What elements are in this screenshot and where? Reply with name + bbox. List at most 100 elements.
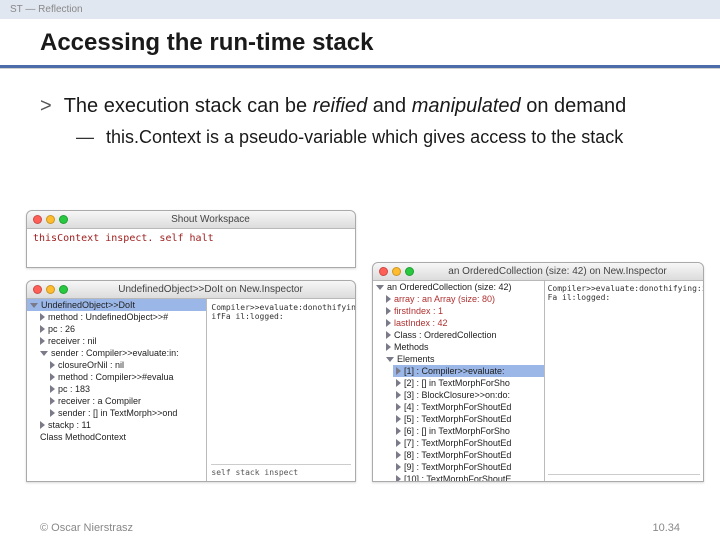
detail-eval[interactable]: self stack inspect [211, 464, 351, 477]
disclosure-icon[interactable] [376, 285, 384, 290]
bullet-em1: reified [313, 95, 367, 117]
tree-row[interactable]: sender : [] in TextMorph>>ond [47, 407, 206, 419]
tree-row[interactable]: array : an Array (size: 80) [383, 293, 544, 305]
tree-row[interactable]: sender : Compiler>>evaluate:in: [37, 347, 206, 359]
detail-eval[interactable] [548, 474, 700, 478]
tree-row[interactable]: lastIndex : 42 [383, 317, 544, 329]
minimize-icon[interactable] [392, 267, 401, 276]
tree-row[interactable]: closureOrNil : nil [47, 359, 206, 371]
tree-row[interactable]: [10] : TextMorphForShoutE [393, 473, 544, 481]
minimize-icon[interactable] [46, 215, 55, 224]
traffic-lights [379, 267, 414, 276]
disclosure-icon[interactable] [386, 357, 394, 362]
disclosure-icon[interactable] [40, 313, 45, 321]
disclosure-icon[interactable] [386, 319, 391, 327]
tree-row[interactable]: [7] : TextMorphForShoutEd [393, 437, 544, 449]
tree-label: Class MethodContext [40, 432, 126, 442]
disclosure-icon[interactable] [396, 427, 401, 435]
bullet-em2: manipulated [412, 95, 521, 117]
close-icon[interactable] [33, 215, 42, 224]
disclosure-icon[interactable] [396, 391, 401, 399]
minimize-icon[interactable] [46, 285, 55, 294]
tree-label: Elements [397, 354, 435, 364]
disclosure-icon[interactable] [386, 331, 391, 339]
disclosure-icon[interactable] [50, 385, 55, 393]
disclosure-icon[interactable] [396, 463, 401, 471]
tree-row[interactable]: an OrderedCollection (size: 42) [373, 281, 544, 293]
disclosure-icon[interactable] [396, 403, 401, 411]
disclosure-icon[interactable] [396, 475, 401, 481]
tree-row[interactable]: [9] : TextMorphForShoutEd [393, 461, 544, 473]
tree-row[interactable]: receiver : a Compiler [47, 395, 206, 407]
window-title: UndefinedObject>>DoIt on New.Inspector [72, 284, 349, 295]
bullet-marker: > [40, 93, 52, 119]
traffic-lights [33, 215, 68, 224]
disclosure-icon[interactable] [50, 397, 55, 405]
disclosure-icon[interactable] [40, 325, 45, 333]
disclosure-icon[interactable] [396, 379, 401, 387]
tree-row[interactable]: pc : 183 [47, 383, 206, 395]
disclosure-icon[interactable] [386, 295, 391, 303]
close-icon[interactable] [379, 267, 388, 276]
inspector-window-1: UndefinedObject>>DoIt on New.Inspector U… [26, 280, 356, 482]
tree-label: method : Compiler>>#evalua [58, 372, 174, 382]
tree-row[interactable]: Methods [383, 341, 544, 353]
tree-label: [7] : TextMorphForShoutEd [404, 438, 511, 448]
window-titlebar[interactable]: UndefinedObject>>DoIt on New.Inspector [27, 281, 355, 299]
bullet-post: on demand [521, 95, 627, 117]
tree-row[interactable]: Class MethodContext [37, 431, 206, 443]
bullet-text: The execution stack can be reified and m… [64, 93, 680, 119]
disclosure-icon[interactable] [396, 415, 401, 423]
tree-row[interactable]: Class : OrderedCollection [383, 329, 544, 341]
window-titlebar[interactable]: an OrderedCollection (size: 42) on New.I… [373, 263, 703, 281]
tree-row[interactable]: [1] : Compiler>>evaluate: [393, 365, 544, 377]
disclosure-icon[interactable] [30, 303, 38, 308]
disclosure-icon[interactable] [396, 367, 401, 375]
bullet-main: > The execution stack can be reified and… [40, 93, 680, 119]
tree-label: receiver : nil [48, 336, 97, 346]
tree-row[interactable]: pc : 26 [37, 323, 206, 335]
disclosure-icon[interactable] [50, 409, 55, 417]
bullet-pre: The execution stack can be [64, 95, 313, 117]
tree-row[interactable]: method : UndefinedObject>># [37, 311, 206, 323]
tree-row[interactable]: receiver : nil [37, 335, 206, 347]
disclosure-icon[interactable] [40, 421, 45, 429]
tree-row[interactable]: Elements [383, 353, 544, 365]
tree-row[interactable]: [8] : TextMorphForShoutEd [393, 449, 544, 461]
disclosure-icon[interactable] [396, 451, 401, 459]
slide-title: Accessing the run-time stack [0, 19, 720, 65]
disclosure-icon[interactable] [386, 307, 391, 315]
figures-area: Shout Workspace thisContext inspect. sel… [26, 210, 710, 504]
inspector-detail[interactable]: Compiler>>evaluate:donothifying:i Fa il:… [545, 281, 703, 481]
tree-row[interactable]: [3] : BlockClosure>>on:do: [393, 389, 544, 401]
tree-row[interactable]: firstIndex : 1 [383, 305, 544, 317]
window-titlebar[interactable]: Shout Workspace [27, 211, 355, 229]
tree-label: [2] : [] in TextMorphForSho [404, 378, 510, 388]
disclosure-icon[interactable] [40, 337, 45, 345]
disclosure-icon[interactable] [396, 439, 401, 447]
tree-row[interactable]: stackp : 11 [37, 419, 206, 431]
zoom-icon[interactable] [59, 215, 68, 224]
detail-line-1: Compiler>>evaluate:donothifying:i [548, 284, 700, 293]
zoom-icon[interactable] [405, 267, 414, 276]
close-icon[interactable] [33, 285, 42, 294]
disclosure-icon[interactable] [50, 361, 55, 369]
zoom-icon[interactable] [59, 285, 68, 294]
tree-label: [1] : Compiler>>evaluate: [404, 366, 505, 376]
tree-row[interactable]: [6] : [] in TextMorphForSho [393, 425, 544, 437]
inspector-tree[interactable]: an OrderedCollection (size: 42) array : … [373, 281, 545, 481]
tree-row[interactable]: [4] : TextMorphForShoutEd [393, 401, 544, 413]
workspace-code[interactable]: thisContext inspect. self halt [27, 229, 355, 267]
tree-row[interactable]: [2] : [] in TextMorphForSho [393, 377, 544, 389]
tree-row[interactable]: [5] : TextMorphForShoutEd [393, 413, 544, 425]
inspector-tree[interactable]: UndefinedObject>>DoIt method : Undefined… [27, 299, 207, 481]
tree-label: stackp : 11 [48, 420, 91, 430]
tree-label: [6] : [] in TextMorphForSho [404, 426, 510, 436]
inspector-detail[interactable]: Compiler>>evaluate:donothifying: ifFa il… [207, 299, 355, 481]
disclosure-icon[interactable] [40, 351, 48, 356]
tree-row[interactable]: method : Compiler>>#evalua [47, 371, 206, 383]
detail-line-2: ifFa il:logged: [211, 312, 351, 321]
tree-row[interactable]: UndefinedObject>>DoIt [27, 299, 206, 311]
disclosure-icon[interactable] [386, 343, 391, 351]
disclosure-icon[interactable] [50, 373, 55, 381]
